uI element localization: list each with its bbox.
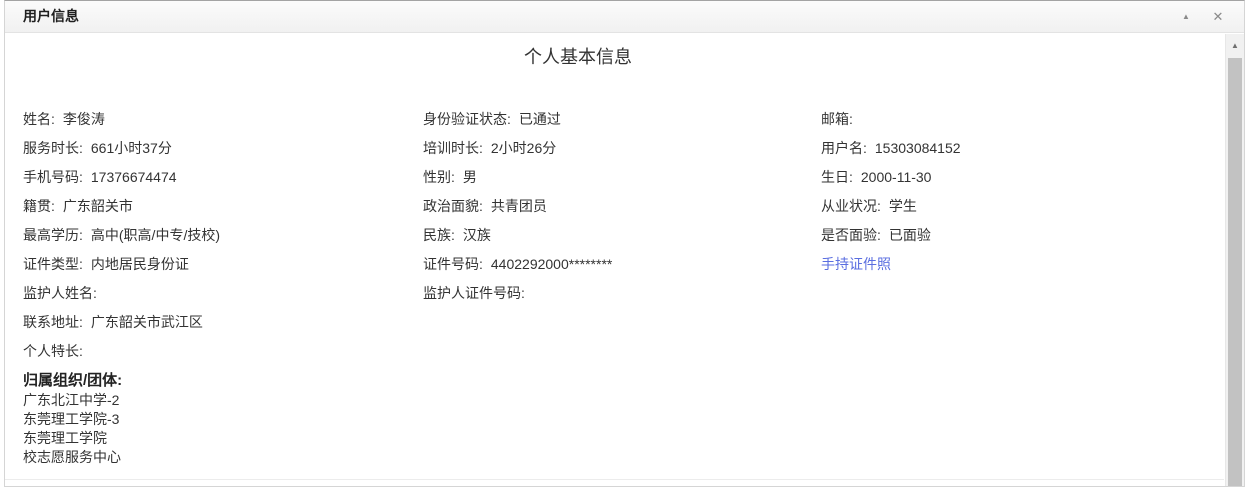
- column-middle: 身份验证状态: 已通过 培训时长: 2小时26分 性别: 男 政治面貌: 共青团…: [423, 104, 612, 307]
- field-label: 是否面验:: [821, 225, 881, 245]
- field-label: 政治面貌:: [423, 196, 483, 216]
- field-political-status: 政治面貌: 共青团员: [423, 191, 612, 220]
- collapse-button[interactable]: ▲: [1174, 1, 1198, 32]
- field-label: 服务时长:: [23, 138, 83, 158]
- field-ethnicity: 民族: 汉族: [423, 220, 612, 249]
- field-value: 广东韶关市武江区: [91, 312, 203, 332]
- field-birthday: 生日: 2000-11-30: [821, 162, 961, 191]
- field-label: 手机号码:: [23, 167, 83, 187]
- field-value: 2小时26分: [491, 138, 556, 158]
- scrollbar-thumb[interactable]: [1228, 58, 1242, 486]
- field-value: 2000-11-30: [861, 169, 932, 185]
- field-label: 培训时长:: [423, 138, 483, 158]
- field-label: 籍贯:: [23, 196, 55, 216]
- field-face-verification: 是否面验: 已面验: [821, 220, 961, 249]
- page-title: 个人基本信息: [5, 43, 1151, 69]
- field-value: 内地居民身份证: [91, 254, 189, 274]
- field-label: 邮箱:: [821, 109, 853, 129]
- field-training-duration: 培训时长: 2小时26分: [423, 133, 612, 162]
- field-username: 用户名: 15303084152: [821, 133, 961, 162]
- field-value: 已通过: [519, 109, 561, 129]
- column-right: 邮箱: 用户名: 15303084152 生日: 2000-11-30 从业状况…: [821, 104, 961, 278]
- field-employment-status: 从业状况: 学生: [821, 191, 961, 220]
- field-value: 男: [463, 167, 477, 187]
- dialog-body: 个人基本信息 姓名: 李俊涛 服务时长: 661小时37分 手机号码: 1737…: [5, 34, 1244, 486]
- dialog-bottom-edge: [5, 479, 1224, 480]
- field-name: 姓名: 李俊涛: [23, 104, 220, 133]
- handheld-id-photo-link[interactable]: 手持证件照: [821, 254, 891, 274]
- scroll-up-button[interactable]: ▲: [1226, 34, 1244, 56]
- field-value: 4402292000********: [491, 256, 612, 272]
- triangle-up-icon: ▲: [1182, 12, 1190, 21]
- organization-item: 广东北江中学-2: [23, 391, 122, 410]
- field-label: 民族:: [423, 225, 455, 245]
- field-native-place: 籍贯: 广东韶关市: [23, 191, 220, 220]
- field-service-duration: 服务时长: 661小时37分: [23, 133, 220, 162]
- field-education: 最高学历: 高中(职高/中专/技校): [23, 220, 220, 249]
- field-value: 已面验: [889, 225, 931, 245]
- field-identity-verify-status: 身份验证状态: 已通过: [423, 104, 612, 133]
- field-label: 性别:: [423, 167, 455, 187]
- field-label: 联系地址:: [23, 312, 83, 332]
- field-guardian-name: 监护人姓名:: [23, 278, 220, 307]
- field-label: 证件类型:: [23, 254, 83, 274]
- field-value: 高中(职高/中专/技校): [91, 225, 220, 245]
- organization-item: 东莞理工学院: [23, 429, 122, 448]
- field-id-type: 证件类型: 内地居民身份证: [23, 249, 220, 278]
- field-value: 李俊涛: [63, 109, 105, 129]
- field-label: 监护人姓名:: [23, 283, 97, 303]
- field-id-number: 证件号码: 4402292000********: [423, 249, 612, 278]
- organization-item: 东莞理工学院-3: [23, 410, 122, 429]
- field-personal-specialty: 个人特长:: [23, 336, 220, 365]
- column-left: 姓名: 李俊涛 服务时长: 661小时37分 手机号码: 17376674474…: [23, 104, 220, 365]
- field-handheld-id-photo: 手持证件照: [821, 249, 961, 278]
- field-value: 共青团员: [491, 196, 547, 216]
- field-value: 15303084152: [875, 140, 961, 156]
- field-value: 661小时37分: [91, 138, 172, 158]
- close-icon: ✕: [1213, 9, 1224, 24]
- organization-item: 校志愿服务中心: [23, 448, 122, 467]
- field-value: 广东韶关市: [63, 196, 133, 216]
- field-label: 个人特长:: [23, 341, 83, 361]
- field-label: 证件号码:: [423, 254, 483, 274]
- field-contact-address: 联系地址: 广东韶关市武江区: [23, 307, 220, 336]
- organizations-section: 归属组织/团体: 广东北江中学-2 东莞理工学院-3 东莞理工学院 校志愿服务中…: [23, 370, 122, 467]
- dialog-title: 用户信息: [23, 1, 79, 32]
- triangle-up-icon: ▲: [1231, 41, 1239, 50]
- field-mobile-number: 手机号码: 17376674474: [23, 162, 220, 191]
- field-label: 从业状况:: [821, 196, 881, 216]
- field-label: 最高学历:: [23, 225, 83, 245]
- organizations-title: 归属组织/团体:: [23, 370, 122, 391]
- field-email: 邮箱:: [821, 104, 961, 133]
- field-label: 身份验证状态:: [423, 109, 511, 129]
- field-value: 学生: [889, 196, 917, 216]
- field-label: 监护人证件号码:: [423, 283, 525, 303]
- field-gender: 性别: 男: [423, 162, 612, 191]
- field-label: 生日:: [821, 167, 853, 187]
- scrollbar[interactable]: ▲: [1225, 34, 1244, 486]
- field-label: 用户名:: [821, 138, 867, 158]
- field-guardian-id-number: 监护人证件号码:: [423, 278, 612, 307]
- field-label: 姓名:: [23, 109, 55, 129]
- dialog-titlebar: 用户信息 ▲ ✕: [5, 1, 1244, 33]
- user-info-dialog: 用户信息 ▲ ✕ 个人基本信息 姓名: 李俊涛 服务时长: 661小时37分 手…: [4, 0, 1245, 487]
- close-button[interactable]: ✕: [1206, 1, 1230, 32]
- field-value: 17376674474: [91, 169, 177, 185]
- field-value: 汉族: [463, 225, 491, 245]
